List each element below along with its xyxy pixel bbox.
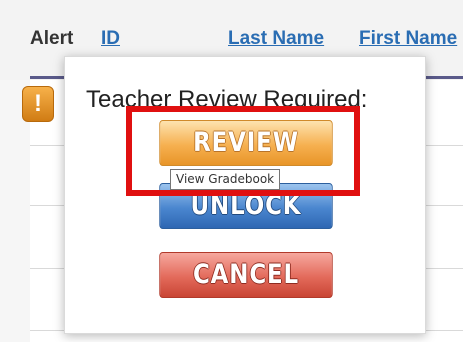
column-header-id[interactable]: ID (101, 28, 120, 50)
cancel-button[interactable]: CANCEL (159, 252, 333, 298)
view-gradebook-tooltip: View Gradebook (170, 169, 281, 190)
exclamation-icon[interactable]: ! (22, 86, 54, 122)
column-header-last-name[interactable]: Last Name (228, 28, 324, 50)
column-header-alert: Alert (30, 28, 74, 49)
column-header-first-name[interactable]: First Name (359, 28, 457, 50)
